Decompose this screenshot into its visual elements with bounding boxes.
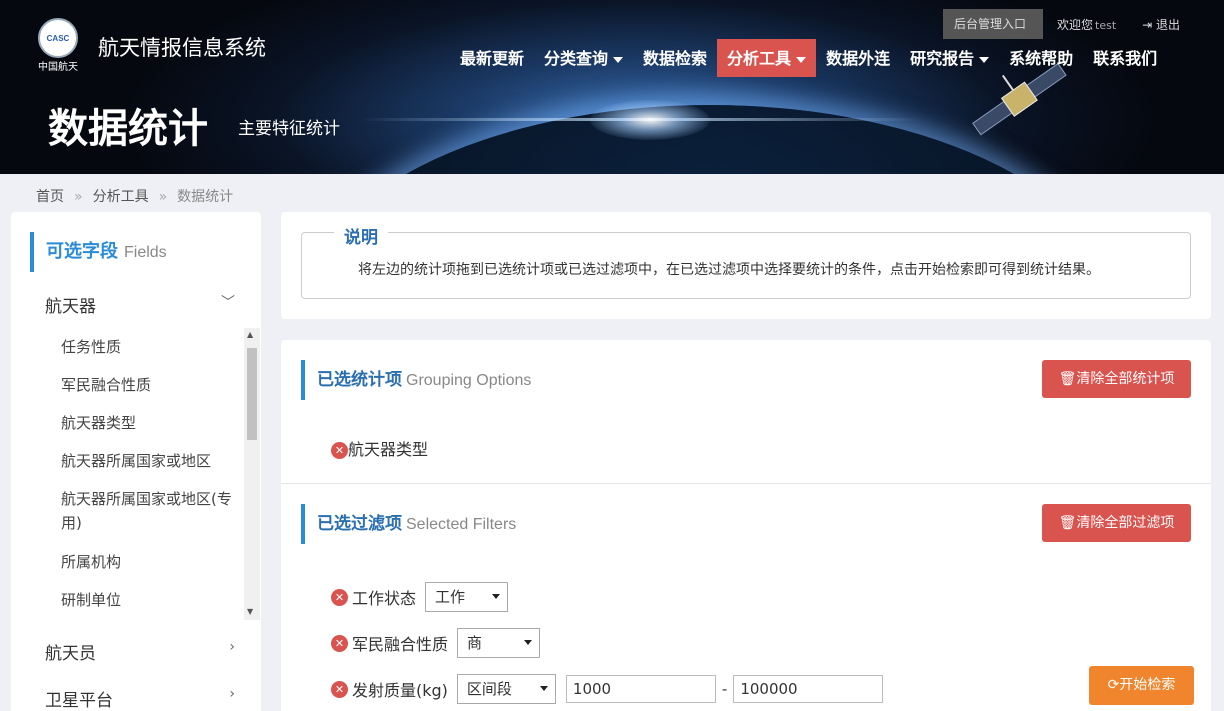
nav-item-contact[interactable]: 联系我们 [1083, 39, 1167, 77]
logout-link[interactable]: ⇥ 退出 [1142, 16, 1180, 33]
grouping-tag: ✕ 航天器类型 [331, 436, 428, 460]
fields-heading: 可选字段 Fields [30, 232, 167, 272]
nav-item-help[interactable]: 系统帮助 [999, 39, 1083, 77]
filter-row-launch-mass: ✕ 发射质量(kg) 区间段 1000 - 100000 [331, 674, 884, 704]
page-title: 数据统计 [48, 106, 208, 152]
logout-icon: ⇥ [1142, 17, 1153, 32]
divider [281, 483, 1211, 484]
nav-item-search[interactable]: 数据检索 [633, 39, 717, 77]
range-type-select[interactable]: 区间段 [456, 674, 556, 704]
chevron-right-icon: › [229, 639, 235, 655]
field-item[interactable]: 任务性质 [61, 335, 241, 359]
filter-row-civil-military: ✕ 军民融合性质 商 [331, 628, 541, 658]
dropdown-arrow-icon [492, 594, 501, 599]
note-text: 将左边的统计项拖到已选统计项或已选过滤项中，在已选过滤项中选择要统计的条件，点击… [358, 262, 1100, 278]
note-card: 说明 将左边的统计项拖到已选统计项或已选过滤项中，在已选过滤项中选择要统计的条件… [281, 212, 1211, 319]
remove-icon[interactable]: ✕ [331, 680, 348, 698]
note-legend: 说明 [334, 223, 388, 248]
remove-icon[interactable]: ✕ [331, 634, 348, 652]
page-subtitle: 主要特征统计 [238, 119, 340, 139]
nav-item-reports[interactable]: 研究报告 [900, 39, 999, 77]
site-title[interactable]: 航天情报信息系统 [98, 32, 266, 62]
mass-max-input[interactable]: 100000 [733, 675, 884, 703]
status-select[interactable]: 工作 [425, 582, 509, 612]
clear-grouping-button[interactable]: 🗑清除全部统计项 [1042, 360, 1191, 398]
breadcrumb-analysis[interactable]: 分析工具 [93, 189, 149, 205]
scroll-up-icon[interactable]: ▲ [247, 330, 253, 339]
fields-sidebar: 可选字段 Fields 航天器 ﹀ 任务性质 军民融合性质 航天器类型 航天器所属国… [11, 212, 261, 711]
field-item[interactable]: 军民融合性质 [61, 373, 241, 397]
username: test [1095, 18, 1117, 32]
group-spacecraft[interactable]: 航天器 ﹀ [45, 292, 235, 317]
main-nav: 最新更新 分类查询 数据检索 分析工具 数据外连 研究报告 系统帮助 联系我们 [450, 39, 1167, 77]
user-bar: 后台管理入口 欢迎您 test ⇥ 退出 [943, 9, 1180, 39]
group-astronaut[interactable]: 航天员 › [45, 639, 235, 664]
dropdown-arrow-icon [539, 686, 548, 691]
group-satellite-platform[interactable]: 卫星平台 › [45, 686, 235, 711]
breadcrumb-current: 数据统计 [177, 189, 234, 205]
nav-item-category[interactable]: 分类查询 [534, 39, 633, 77]
scroll-thumb[interactable] [247, 348, 257, 440]
remove-icon[interactable]: ✕ [331, 588, 348, 606]
trash-icon: 🗑 [1058, 515, 1077, 531]
mass-min-input[interactable]: 1000 [565, 675, 716, 703]
civil-military-select[interactable]: 商 [457, 628, 541, 658]
admin-entry-button[interactable]: 后台管理入口 [943, 9, 1043, 39]
field-item[interactable]: 研制单位 [61, 588, 241, 612]
note-box: 说明 将左边的统计项拖到已选统计项或已选过滤项中，在已选过滤项中选择要统计的条件… [301, 223, 1191, 299]
nav-item-analysis[interactable]: 分析工具 [717, 39, 817, 77]
grouping-heading: 已选统计项 Grouping Options [301, 360, 531, 400]
field-list: 任务性质 军民融合性质 航天器类型 航天器所属国家或地区 航天器所属国家或地区(… [11, 328, 261, 620]
refresh-icon: ⟳ [1107, 677, 1120, 693]
header-banner: CASC 中国航天 航天情报信息系统 后台管理入口 欢迎您 test ⇥ 退出 最… [0, 0, 1224, 174]
dropdown-arrow-icon [524, 640, 533, 645]
field-item[interactable]: 所属机构 [61, 550, 241, 574]
field-item[interactable]: 航天器所属国家或地区(专用) [61, 487, 241, 535]
nav-item-latest[interactable]: 最新更新 [450, 39, 534, 77]
filter-row-status: ✕ 工作状态 工作 [331, 582, 509, 612]
field-item[interactable]: 航天器类型 [61, 411, 241, 435]
caret-down-icon [979, 56, 990, 63]
nav-item-external[interactable]: 数据外连 [816, 39, 900, 77]
field-item[interactable]: 航天器所属国家或地区 [61, 449, 241, 473]
options-card: 已选统计项 Grouping Options 🗑清除全部统计项 ✕ 航天器类型 已选… [281, 340, 1211, 711]
field-list-scrollbar[interactable]: ▲ ▼ [244, 328, 260, 620]
start-search-button[interactable]: ⟳开始检索 [1089, 666, 1194, 705]
trash-icon: 🗑 [1058, 371, 1077, 387]
breadcrumb: 首页» 分析工具» 数据统计 [36, 189, 234, 205]
remove-icon[interactable]: ✕ [331, 442, 348, 459]
clear-filters-button[interactable]: 🗑清除全部过滤项 [1042, 504, 1191, 542]
breadcrumb-home[interactable]: 首页 [36, 189, 64, 205]
casc-logo[interactable]: CASC 中国航天 [34, 18, 82, 73]
scroll-down-icon[interactable]: ▼ [247, 607, 253, 616]
welcome-text: 欢迎您 test [1057, 17, 1117, 32]
chevron-right-icon: › [229, 686, 235, 702]
caret-down-icon [796, 56, 807, 63]
chevron-down-icon: ﹀ [221, 295, 235, 311]
caret-down-icon [613, 56, 624, 63]
filters-heading: 已选过滤项 Selected Filters [301, 504, 516, 544]
